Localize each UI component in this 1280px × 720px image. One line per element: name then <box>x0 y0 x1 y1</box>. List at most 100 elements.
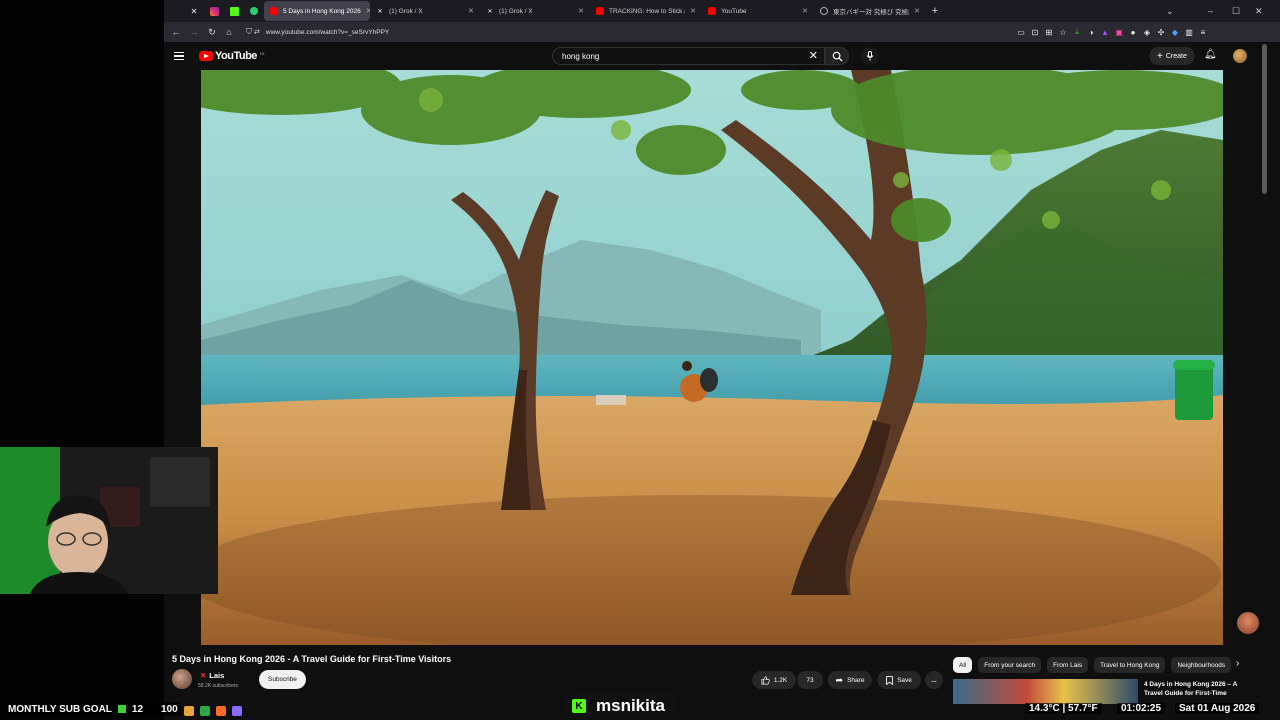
youtube-favicon-icon <box>270 7 278 15</box>
tab-grok-2[interactable]: ✕ (1) Grok / X ✕ <box>480 1 590 21</box>
scrollbar-thumb[interactable] <box>1262 44 1267 194</box>
extension-box-icon[interactable]: ◈ <box>1140 25 1154 39</box>
chip-from-lais[interactable]: From Lais <box>1047 657 1089 673</box>
browser-window: ✕ 5 Days in Hong Kong 2026 ✕ ✕ (1) Grok … <box>164 0 1280 720</box>
search-input[interactable]: hong kong ✕ <box>552 47 825 65</box>
close-window-button[interactable]: ✕ <box>1255 0 1263 22</box>
voice-search-button[interactable] <box>861 47 879 65</box>
channel-name[interactable]: ✕ Lais <box>200 671 224 680</box>
close-tab-icon[interactable]: ✕ <box>690 7 696 15</box>
hamburger-menu-icon[interactable] <box>174 48 190 64</box>
youtube-logo[interactable]: YouTube NL <box>199 50 265 62</box>
tab-youtube-video[interactable]: 5 Days in Hong Kong 2026 ✕ <box>264 1 370 21</box>
share-label: Share <box>847 676 865 684</box>
url-text: www.youtube.com/watch?v=_seSrvYhPPY <box>265 28 390 36</box>
channel-avatar[interactable] <box>172 669 192 689</box>
chip-all[interactable]: All <box>953 657 973 673</box>
circle-extension-icon[interactable]: ● <box>1126 25 1140 39</box>
tab-tracking[interactable]: TRACKING: How to Stick an IM... ✕ <box>590 1 702 21</box>
more-actions-button[interactable]: ... <box>925 671 943 689</box>
forward-arrow-icon[interactable]: → <box>185 23 203 41</box>
youtube-favicon-icon <box>708 7 716 15</box>
video-title: 5 Days in Hong Kong 2026 - A Travel Guid… <box>172 654 452 664</box>
extension-pink-icon[interactable]: ▣ <box>1112 25 1126 39</box>
channel-live-icon: ✕ <box>200 671 207 680</box>
shield-extension-icon[interactable]: ◑ <box>1084 25 1098 39</box>
chip-from-your-search[interactable]: From your search <box>978 657 1042 673</box>
video-player[interactable] <box>201 70 1223 645</box>
tab-label: 東京バギー対 究極び 究極劇 - ... <box>833 9 909 16</box>
site-settings-icon[interactable]: ⇄ <box>254 28 260 36</box>
tab-japanese-video[interactable]: 東京バギー対 究極び 究極劇 - ... ✕ <box>814 1 926 21</box>
close-tab-icon[interactable]: ✕ <box>578 7 584 15</box>
youtube-wordmark: YouTube <box>215 50 257 62</box>
chip-travel-to-hong-kong[interactable]: Travel to Hong Kong <box>1094 657 1166 673</box>
vpn-icon[interactable]: ◆ <box>1168 25 1182 39</box>
taskbar-app-icon[interactable] <box>216 706 226 716</box>
sidebar-icon[interactable]: ▥ <box>1182 25 1196 39</box>
home-icon[interactable]: ⌂ <box>220 23 238 41</box>
save-label: Save <box>897 676 912 684</box>
chips-next-chevron-icon[interactable]: › <box>1236 658 1239 669</box>
pinned-tab-kick[interactable] <box>224 1 244 21</box>
share-button[interactable]: ➦ Share <box>828 671 872 689</box>
create-button[interactable]: + Create <box>1149 47 1195 65</box>
back-arrow-icon[interactable]: ← <box>167 23 185 41</box>
notifications-bell-icon[interactable]: 🔔︎ <box>1204 49 1217 60</box>
globe-favicon-icon <box>820 7 828 15</box>
recommendation-chips: All From your search From Lais Travel to… <box>953 657 1253 674</box>
plus-icon: + <box>1157 50 1163 62</box>
save-button[interactable]: Save <box>877 671 921 689</box>
thumbs-up-icon <box>761 675 770 684</box>
tab-grok-1[interactable]: ✕ (1) Grok / X ✕ <box>370 1 480 21</box>
extension-purple-icon[interactable]: ▲ <box>1098 25 1112 39</box>
reload-icon[interactable]: ↻ <box>203 23 221 41</box>
close-tab-icon[interactable]: ✕ <box>802 7 808 15</box>
sub-goal-target: 100 <box>161 703 178 715</box>
recommended-video-thumbnail[interactable] <box>953 679 1138 704</box>
page-scrollbar[interactable] <box>1261 44 1268 704</box>
taskbar-app-icon[interactable] <box>184 706 194 716</box>
chip-neighbourhoods[interactable]: Neighbourhoods <box>1171 657 1232 673</box>
create-label: Create <box>1165 52 1187 60</box>
stream-date: Sat 01 Aug 2026 <box>1175 703 1260 714</box>
grid-icon[interactable]: ⊞ <box>1042 25 1056 39</box>
screenshot-icon[interactable]: ⊡ <box>1028 25 1042 39</box>
like-button[interactable]: 1.2K <box>752 671 796 689</box>
pinned-tab-green[interactable] <box>244 1 264 21</box>
comment-count: 73 <box>806 676 814 684</box>
tab-label: (1) Grok / X <box>389 7 423 15</box>
minimize-button[interactable]: – <box>1208 0 1213 22</box>
taskbar-app-icon[interactable] <box>232 706 242 716</box>
close-tab-icon[interactable]: ✕ <box>468 7 474 15</box>
account-avatar[interactable] <box>1233 49 1247 63</box>
pinned-tab-x[interactable]: ✕ <box>184 1 204 21</box>
tab-list-chevron-icon[interactable]: ⌄ <box>1166 0 1174 22</box>
pinned-tab-instagram[interactable] <box>204 1 224 21</box>
search-button[interactable] <box>825 47 849 65</box>
more-dots-icon: ... <box>931 676 937 684</box>
video-frame-beach-scene <box>201 70 1223 645</box>
address-bar[interactable]: ⇄ www.youtube.com/watch?v=_seSrvYhPPY <box>254 25 1004 39</box>
new-tab-button[interactable]: + <box>926 2 944 20</box>
tab-youtube-home[interactable]: YouTube ✕ <box>702 1 814 21</box>
menu-icon[interactable]: ≡ <box>1196 25 1210 39</box>
subscribe-button[interactable]: Subscribe <box>259 670 306 689</box>
close-tab-icon[interactable]: ✕ <box>914 7 920 15</box>
x-favicon-icon: ✕ <box>487 8 493 15</box>
puzzle-icon[interactable]: ✣ <box>1154 25 1168 39</box>
download-icon[interactable]: ⤓ <box>1070 25 1084 39</box>
stream-backdrop <box>0 0 164 720</box>
reader-view-icon[interactable]: ▭ <box>1014 25 1028 39</box>
like-count: 1.2K <box>773 676 788 684</box>
dislike-button[interactable]: 73 <box>797 671 823 689</box>
maximize-button[interactable]: ☐ <box>1232 0 1240 22</box>
sub-goal-label: MONTHLY SUB GOAL <box>8 703 112 715</box>
taskbar-app-icon[interactable] <box>200 706 210 716</box>
clear-search-icon[interactable]: ✕ <box>809 49 818 62</box>
share-icon: ➦ <box>835 674 844 685</box>
webcam-feed <box>0 447 218 594</box>
bookmark-star-icon[interactable]: ☆ <box>1056 25 1070 39</box>
toolbar-icons: ▭ ⊡ ⊞ ☆ ⤓ ◑ ▲ ▣ ● ◈ ✣ ◆ ▥ ≡ <box>1014 25 1210 39</box>
recommended-video-title[interactable]: 4 Days in Hong Kong 2026 – A Travel Guid… <box>1144 680 1254 698</box>
